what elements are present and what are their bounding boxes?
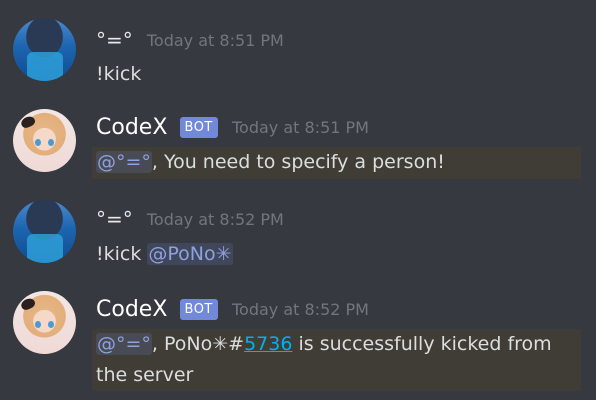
discriminator-link[interactable]: 5736 bbox=[244, 333, 292, 355]
message: °=° Today at 8:52 PM !kick @PoNo✳ bbox=[0, 190, 596, 285]
message-text: @°=°, PoNo✳#5736 is successfully kicked … bbox=[92, 329, 581, 391]
timestamp: Today at 8:51 PM bbox=[146, 30, 284, 50]
message-body: , You need to specify a person! bbox=[151, 151, 445, 173]
bot-badge: BOT bbox=[179, 117, 218, 138]
timestamp: Today at 8:52 PM bbox=[146, 209, 284, 229]
timestamp: Today at 8:51 PM bbox=[231, 118, 369, 137]
author-name[interactable]: °=° bbox=[96, 28, 133, 52]
message: CodeX BOT Today at 8:51 PM @°=°, You nee… bbox=[0, 95, 596, 190]
message: °=° Today at 8:51 PM !kick bbox=[0, 0, 596, 95]
message-header: CodeX BOT Today at 8:51 PM bbox=[96, 115, 369, 140]
message-header: °=° Today at 8:52 PM bbox=[96, 207, 284, 231]
user-avatar[interactable] bbox=[13, 18, 76, 81]
message-header: °=° Today at 8:51 PM bbox=[96, 28, 284, 52]
message: CodeX BOT Today at 8:52 PM @°=°, PoNo✳#5… bbox=[0, 285, 596, 400]
message-body: , PoNo✳# bbox=[151, 333, 245, 355]
author-name[interactable]: CodeX bbox=[96, 297, 167, 322]
user-mention[interactable]: @PoNo✳ bbox=[147, 243, 233, 265]
user-mention[interactable]: @°=° bbox=[96, 333, 152, 355]
user-avatar[interactable] bbox=[13, 200, 76, 263]
bot-avatar[interactable] bbox=[13, 109, 76, 172]
message-text: !kick bbox=[96, 63, 142, 85]
bot-badge: BOT bbox=[179, 299, 218, 320]
message-body: !kick bbox=[96, 243, 148, 265]
message-header: CodeX BOT Today at 8:52 PM bbox=[96, 297, 369, 322]
message-text: @°=°, You need to specify a person! bbox=[92, 147, 581, 179]
user-mention[interactable]: @°=° bbox=[96, 151, 152, 173]
author-name[interactable]: °=° bbox=[96, 207, 133, 231]
message-text: !kick @PoNo✳ bbox=[96, 243, 233, 265]
author-name[interactable]: CodeX bbox=[96, 115, 167, 140]
bot-avatar[interactable] bbox=[13, 291, 76, 354]
timestamp: Today at 8:52 PM bbox=[231, 300, 369, 319]
